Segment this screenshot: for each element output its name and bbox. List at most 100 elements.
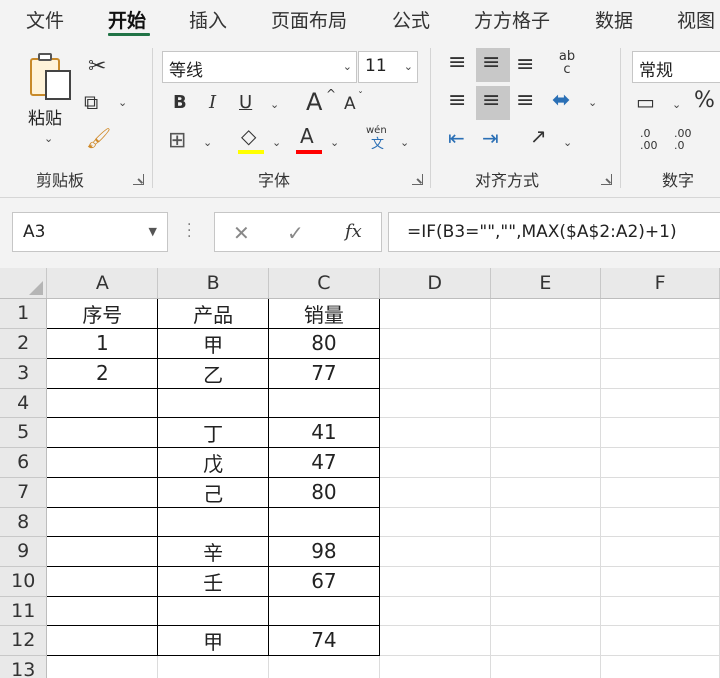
- cell[interactable]: [379, 328, 491, 359]
- orientation-icon[interactable]: ↗: [530, 126, 547, 146]
- row-header[interactable]: 6: [0, 447, 48, 478]
- merge-dropdown-icon[interactable]: ⌄: [588, 96, 597, 109]
- underline-dropdown-icon[interactable]: ⌄: [270, 98, 279, 111]
- row-header[interactable]: 11: [0, 596, 48, 626]
- underline-button[interactable]: U: [239, 94, 252, 112]
- border-icon[interactable]: ⊞: [168, 130, 186, 152]
- cell[interactable]: [268, 595, 380, 626]
- phonetic-dropdown-icon[interactable]: ⌄: [400, 136, 409, 149]
- cancel-icon[interactable]: ✕: [233, 221, 250, 245]
- cell[interactable]: [157, 655, 270, 678]
- cell[interactable]: [379, 388, 491, 418]
- increase-font-button[interactable]: A: [306, 90, 322, 114]
- cell[interactable]: [600, 625, 720, 656]
- cell[interactable]: 丁: [157, 416, 270, 448]
- row-header[interactable]: 7: [0, 477, 48, 508]
- column-header-b[interactable]: B: [157, 268, 270, 299]
- column-header-c[interactable]: C: [268, 268, 380, 299]
- cell[interactable]: [46, 446, 159, 478]
- cell[interactable]: [46, 476, 159, 508]
- cell[interactable]: [490, 566, 602, 597]
- cell[interactable]: 2: [46, 357, 159, 389]
- cell[interactable]: [490, 596, 602, 626]
- cell[interactable]: [600, 536, 720, 567]
- cell[interactable]: 80: [268, 327, 380, 359]
- resize-handle-icon[interactable]: · · ·: [187, 218, 191, 244]
- decrease-indent-icon[interactable]: ⇤: [448, 128, 465, 148]
- cell[interactable]: 67: [268, 565, 380, 597]
- cell[interactable]: 80: [268, 476, 380, 508]
- cell[interactable]: [490, 507, 602, 537]
- column-header-d[interactable]: D: [379, 268, 491, 299]
- cell[interactable]: [379, 447, 491, 478]
- align-middle-icon[interactable]: ≡: [482, 52, 500, 74]
- wrap-text-icon[interactable]: ab c: [556, 50, 578, 76]
- cell[interactable]: [46, 416, 159, 448]
- cell[interactable]: 辛: [157, 535, 270, 567]
- cell[interactable]: 戊: [157, 446, 270, 478]
- tab-file[interactable]: 文件: [26, 6, 64, 33]
- font-color-dropdown-icon[interactable]: ⌄: [330, 136, 339, 149]
- tab-view[interactable]: 视图: [677, 6, 715, 33]
- decrease-font-button[interactable]: A: [344, 96, 356, 113]
- cell[interactable]: [379, 417, 491, 448]
- accounting-dropdown-icon[interactable]: ⌄: [672, 98, 681, 111]
- cell[interactable]: [490, 298, 602, 329]
- cell[interactable]: [46, 387, 159, 418]
- row-header[interactable]: 12: [0, 625, 48, 656]
- confirm-icon[interactable]: ✓: [287, 221, 304, 245]
- cell[interactable]: [46, 655, 159, 678]
- cell[interactable]: [490, 417, 602, 448]
- font-color-icon[interactable]: A: [300, 126, 314, 146]
- cell[interactable]: [600, 596, 720, 626]
- cell[interactable]: [268, 506, 380, 537]
- cell[interactable]: 1: [46, 327, 159, 359]
- cell[interactable]: 壬: [157, 565, 270, 597]
- align-right-icon[interactable]: ≡: [516, 90, 534, 112]
- column-header-a[interactable]: A: [46, 268, 159, 299]
- cell[interactable]: [490, 477, 602, 508]
- cell[interactable]: [600, 298, 720, 329]
- number-format-select[interactable]: 常规: [632, 51, 720, 83]
- cell[interactable]: [46, 506, 159, 537]
- column-header-f[interactable]: F: [600, 268, 720, 299]
- format-painter-icon[interactable]: 🖌: [86, 128, 111, 148]
- tab-formulas[interactable]: 公式: [392, 6, 430, 33]
- row-header[interactable]: 1: [0, 298, 48, 329]
- row-header[interactable]: 2: [0, 328, 48, 359]
- row-header[interactable]: 8: [0, 507, 48, 537]
- row-header[interactable]: 9: [0, 536, 48, 567]
- cell[interactable]: [600, 507, 720, 537]
- copy-icon[interactable]: ⧉: [84, 92, 98, 112]
- cell[interactable]: [600, 447, 720, 478]
- tab-home[interactable]: 开始: [108, 6, 146, 33]
- select-all-corner[interactable]: [0, 268, 48, 299]
- formula-input[interactable]: =IF(B3="","",MAX($A$2:A2)+1): [388, 212, 720, 252]
- cell[interactable]: 己: [157, 476, 270, 508]
- cell[interactable]: 序号: [46, 297, 159, 329]
- row-header[interactable]: 5: [0, 417, 48, 448]
- font-size-select[interactable]: 11 ⌄: [358, 51, 418, 83]
- cut-icon[interactable]: ✂: [88, 56, 106, 78]
- align-top-icon[interactable]: ≡: [448, 52, 466, 74]
- tab-data[interactable]: 数据: [595, 6, 633, 33]
- italic-button[interactable]: I: [209, 94, 216, 112]
- row-header[interactable]: 3: [0, 358, 48, 389]
- cell[interactable]: 74: [268, 624, 380, 656]
- cell[interactable]: [157, 387, 270, 418]
- alignment-launcher-icon[interactable]: [601, 174, 612, 185]
- cell[interactable]: [490, 447, 602, 478]
- name-box[interactable]: A3 ▼: [12, 212, 168, 252]
- cell[interactable]: [379, 358, 491, 389]
- fill-color-icon[interactable]: ◇: [241, 126, 256, 146]
- cell[interactable]: 77: [268, 357, 380, 389]
- cell[interactable]: [157, 595, 270, 626]
- orientation-dropdown-icon[interactable]: ⌄: [563, 136, 572, 149]
- cell[interactable]: 产品: [157, 297, 270, 329]
- cell[interactable]: 98: [268, 535, 380, 567]
- insert-function-icon[interactable]: fx: [345, 221, 362, 242]
- cell[interactable]: 41: [268, 416, 380, 448]
- phonetic-icon[interactable]: 文: [371, 138, 384, 151]
- cell[interactable]: [600, 328, 720, 359]
- merge-center-icon[interactable]: ⬌: [552, 90, 570, 112]
